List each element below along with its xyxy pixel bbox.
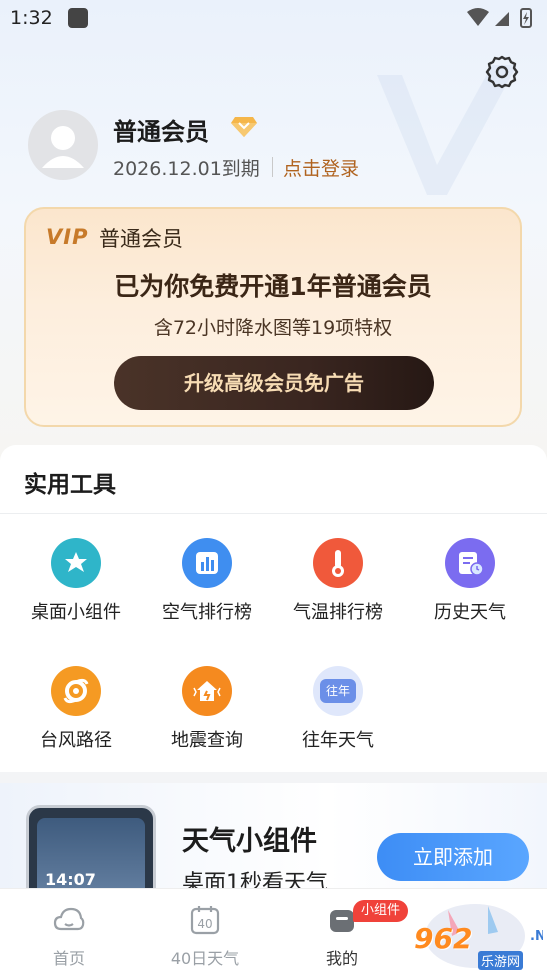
vip-headline: 已为你免费开通1年普通会员 <box>114 272 432 301</box>
vip-logo: VIP <box>46 225 89 249</box>
nav-40-day-weather[interactable]: 40 40日天气 <box>155 889 255 973</box>
nav-label: 我的 <box>325 949 358 968</box>
add-widget-button[interactable]: 立即添加 <box>377 833 529 881</box>
tool-label: 气温排行榜 <box>293 602 383 623</box>
default-avatar-icon <box>42 126 84 168</box>
watermark-text: 962 <box>414 922 473 955</box>
tool-label: 桌面小组件 <box>31 602 121 623</box>
divider <box>272 157 273 177</box>
tool-label: 往年天气 <box>302 730 374 751</box>
vip-card[interactable]: VIP 普通会员 已为你免费开通1年普通会员 含72小时降水图等19项特权 升级… <box>24 207 522 427</box>
history-calendar-icon <box>445 538 495 588</box>
nav-label: 40日天气 <box>170 949 240 968</box>
widget-icon <box>51 538 101 588</box>
member-name: 普通会员 <box>113 118 209 146</box>
tool-temp-ranking[interactable]: 气温排行榜 <box>272 538 404 624</box>
nav-label: 首页 <box>52 949 85 968</box>
past-years-icon: 往年 <box>313 666 363 716</box>
status-time: 1:32 <box>10 7 53 29</box>
tool-air-ranking[interactable]: 空气排行榜 <box>141 538 273 624</box>
signal-battery-icon <box>467 8 532 28</box>
expire-date: 2026.12.01到期 <box>113 158 260 180</box>
status-bar: 1:32 <box>0 0 547 36</box>
tool-label: 空气排行榜 <box>162 602 252 623</box>
tool-label: 历史天气 <box>434 602 506 623</box>
tool-history-weather[interactable]: 历史天气 <box>404 538 536 624</box>
widget-promo-banner[interactable]: 14:07 天气小组件 桌面1秒看天气 立即添加 <box>0 783 547 915</box>
tool-label: 地震查询 <box>171 730 243 751</box>
tool-earthquake[interactable]: 地震查询 <box>141 666 273 752</box>
tool-past-years[interactable]: 往年 往年天气 <box>272 666 404 752</box>
promo-title: 天气小组件 <box>182 826 317 857</box>
phone-time: 14:07 <box>45 870 96 889</box>
login-link[interactable]: 点击登录 <box>283 154 359 181</box>
thermometer-icon <box>313 538 363 588</box>
bar-chart-icon <box>182 538 232 588</box>
typhoon-icon <box>51 666 101 716</box>
tools-title: 实用工具 <box>24 472 116 498</box>
diamond-icon <box>231 117 257 137</box>
tool-desktop-widget[interactable]: 桌面小组件 <box>10 538 142 624</box>
settings-gear-icon[interactable] <box>484 54 520 90</box>
calendar-number: 40 <box>197 917 212 931</box>
home-cloud-icon <box>53 907 85 931</box>
tool-typhoon[interactable]: 台风路径 <box>10 666 142 752</box>
upgrade-button[interactable]: 升级高级会员免广告 <box>114 356 434 410</box>
vip-label: 普通会员 <box>99 227 183 251</box>
watermark-sub: 乐游网 <box>478 951 524 970</box>
watermark-net: .NET <box>530 929 543 944</box>
nav-home[interactable]: 首页 <box>19 889 119 973</box>
widget-badge: 小组件 <box>353 900 409 922</box>
app-notification-icon <box>68 8 88 28</box>
tools-panel: 实用工具 桌面小组件 空气排行榜 气温排行榜 历史天气 台风路径 地震查询 往年… <box>0 445 547 772</box>
tools-divider <box>0 513 547 514</box>
past-years-badge: 往年 <box>320 679 356 703</box>
vip-subline: 含72小时降水图等19项特权 <box>153 317 393 339</box>
tool-label: 台风路径 <box>40 730 112 751</box>
calendar-40-icon: 40 <box>190 906 220 935</box>
earthquake-house-icon <box>182 666 232 716</box>
avatar[interactable] <box>28 110 98 180</box>
